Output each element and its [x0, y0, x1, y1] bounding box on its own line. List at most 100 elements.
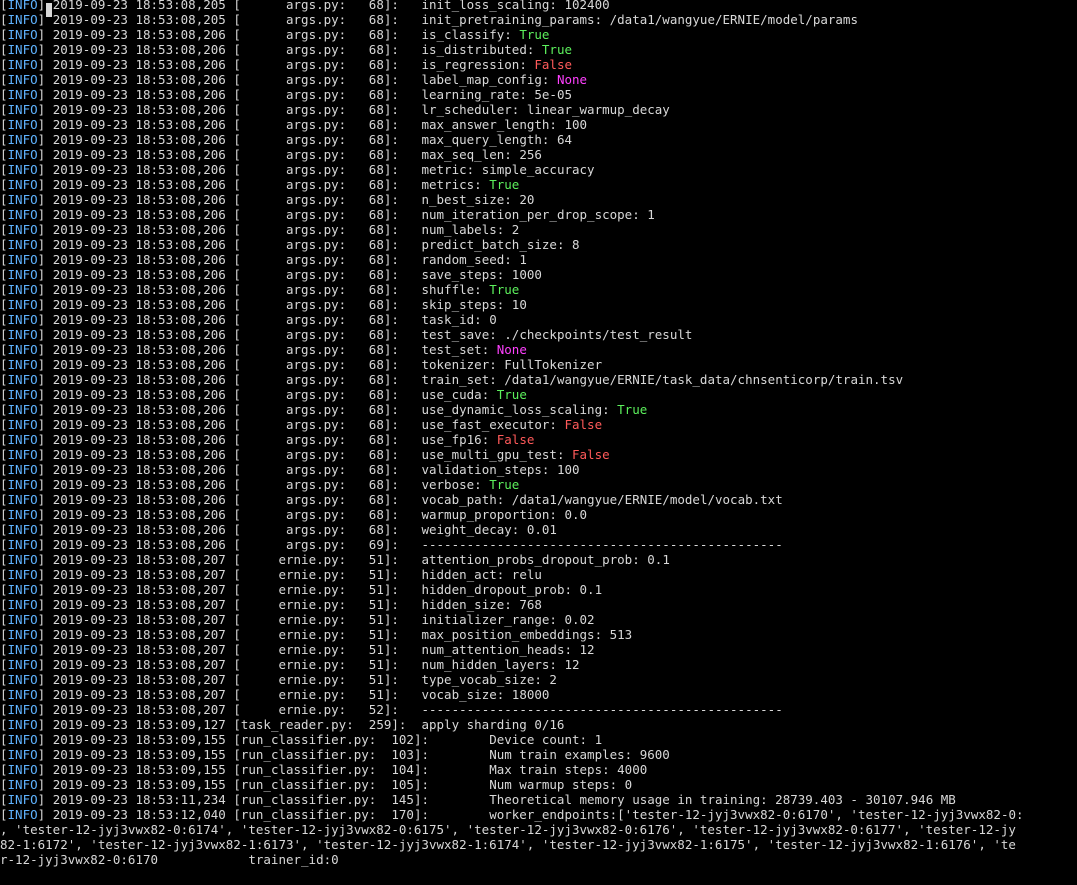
log-source: [run_classifier.py: 145]: — [233, 792, 429, 807]
log-line: [INFO] 2019-09-23 18:53:08,206 [ args.py… — [0, 312, 497, 327]
log-line: [INFO] 2019-09-23 18:53:08,206 [ args.py… — [0, 57, 573, 72]
log-value: 0.02 — [564, 612, 595, 627]
log-source: [ ernie.py: 51]: — [233, 552, 399, 567]
log-line: [INFO] 2019-09-23 18:53:08,206 [ args.py… — [0, 477, 520, 492]
log-value: 18000 — [511, 687, 550, 702]
log-timestamp: 2019-09-23 18:53:08,206 — [52, 327, 226, 342]
log-level: INFO — [7, 357, 38, 372]
log-level: INFO — [7, 762, 38, 777]
log-line: [INFO] 2019-09-23 18:53:08,206 [ args.py… — [0, 162, 595, 177]
log-line: [INFO] 2019-09-23 18:53:09,155 [run_clas… — [0, 777, 633, 792]
log-timestamp: 2019-09-23 18:53:08,206 — [52, 27, 226, 42]
log-line: [INFO] 2019-09-23 18:53:08,206 [ args.py… — [0, 282, 520, 297]
log-source: [ args.py: 68]: — [233, 447, 399, 462]
log-message: is_distributed: — [398, 42, 542, 57]
log-value: True — [489, 282, 520, 297]
log-line: [INFO] 2019-09-23 18:53:12,040 [run_clas… — [0, 807, 1024, 822]
log-value: True — [519, 27, 550, 42]
log-source: [ args.py: 68]: — [233, 462, 399, 477]
log-message: use_fp16: — [398, 432, 497, 447]
log-value: /data1/wangyue/ERNIE/model/params — [609, 12, 858, 27]
log-message: test_set: — [398, 342, 497, 357]
log-source: [ ernie.py: 51]: — [233, 672, 399, 687]
log-source: [ args.py: 68]: — [233, 507, 399, 522]
log-line: [INFO] 2019-09-23 18:53:08,206 [ args.py… — [0, 222, 520, 237]
log-line: [INFO] 2019-09-23 18:53:08,206 [ args.py… — [0, 237, 580, 252]
log-message: num_labels: — [398, 222, 512, 237]
log-value: 1000 — [511, 267, 542, 282]
log-level: INFO — [7, 117, 38, 132]
log-timestamp: 2019-09-23 18:53:08,206 — [52, 492, 226, 507]
log-level: INFO — [7, 447, 38, 462]
log-level: INFO — [7, 207, 38, 222]
log-source: [ ernie.py: 51]: — [233, 687, 399, 702]
log-line: [INFO] 2019-09-23 18:53:08,206 [ args.py… — [0, 432, 535, 447]
log-timestamp: 2019-09-23 18:53:08,206 — [52, 57, 226, 72]
log-source: [ ernie.py: 51]: — [233, 597, 399, 612]
log-timestamp: 2019-09-23 18:53:08,206 — [52, 462, 226, 477]
log-line: [INFO] 2019-09-23 18:53:08,206 [ args.py… — [0, 327, 693, 342]
log-value: True — [489, 477, 520, 492]
log-timestamp: 2019-09-23 18:53:08,206 — [52, 72, 226, 87]
log-timestamp: 2019-09-23 18:53:08,206 — [52, 447, 226, 462]
log-message: use_fast_executor: — [398, 417, 565, 432]
log-timestamp: 2019-09-23 18:53:08,207 — [52, 687, 226, 702]
log-line: [INFO] 2019-09-23 18:53:08,207 [ ernie.p… — [0, 672, 557, 687]
log-value: True — [617, 402, 648, 417]
log-line: [INFO] 2019-09-23 18:53:08,207 [ ernie.p… — [0, 597, 542, 612]
log-value: 5e-05 — [534, 87, 573, 102]
log-message: shuffle: — [398, 282, 490, 297]
log-level: INFO — [7, 687, 38, 702]
log-level: INFO — [7, 87, 38, 102]
log-message: hidden_dropout_prob: — [398, 582, 580, 597]
log-timestamp: 2019-09-23 18:53:08,206 — [52, 102, 226, 117]
log-value: 0.0 — [564, 507, 588, 522]
log-timestamp: 2019-09-23 18:53:08,206 — [52, 192, 226, 207]
log-source: [ args.py: 68]: — [233, 312, 399, 327]
log-source: [ args.py: 68]: — [233, 522, 399, 537]
log-level: INFO — [7, 102, 38, 117]
log-message: vocab_path: — [398, 492, 512, 507]
log-line: [INFO] 2019-09-23 18:53:08,206 [ args.py… — [0, 297, 527, 312]
log-level: INFO — [7, 57, 38, 72]
log-source: [ args.py: 68]: — [233, 117, 399, 132]
log-source: [ args.py: 68]: — [233, 297, 399, 312]
log-source: [ args.py: 68]: — [233, 492, 399, 507]
log-level: INFO — [7, 747, 38, 762]
log-value: False — [572, 447, 610, 462]
log-line: [INFO] 2019-09-23 18:53:09,127 [task_rea… — [0, 717, 565, 732]
log-message: metric: — [398, 162, 482, 177]
log-timestamp: 2019-09-23 18:53:08,207 — [52, 657, 226, 672]
log-timestamp: 2019-09-23 18:53:08,206 — [52, 177, 226, 192]
log-level: INFO — [7, 72, 38, 87]
log-timestamp: 2019-09-23 18:53:08,206 — [52, 372, 226, 387]
log-message: is_regression: — [398, 57, 535, 72]
log-line: [INFO] 2019-09-23 18:53:08,207 [ ernie.p… — [0, 582, 603, 597]
log-value: FullTokenizer — [504, 357, 603, 372]
log-level: INFO — [7, 807, 38, 822]
log-timestamp: 2019-09-23 18:53:09,127 — [52, 717, 226, 732]
log-level: INFO — [7, 792, 38, 807]
log-level: INFO — [7, 702, 38, 717]
log-value: None — [496, 342, 527, 357]
log-line: [INFO] 2019-09-23 18:53:08,207 [ ernie.p… — [0, 612, 595, 627]
log-level: INFO — [7, 237, 38, 252]
log-timestamp: 2019-09-23 18:53:08,206 — [52, 522, 226, 537]
log-source: [ args.py: 68]: — [233, 162, 399, 177]
log-source: [ args.py: 68]: — [233, 27, 399, 42]
terminal-window[interactable]: [INFO] 2019-09-23 18:53:08,205 [ args.py… — [0, 0, 1077, 885]
log-level: INFO — [7, 642, 38, 657]
log-value: True — [496, 387, 527, 402]
log-source: [ args.py: 68]: — [233, 372, 399, 387]
log-level: INFO — [7, 192, 38, 207]
log-level: INFO — [7, 732, 38, 747]
log-timestamp: 2019-09-23 18:53:08,207 — [52, 672, 226, 687]
log-timestamp: 2019-09-23 18:53:08,206 — [52, 342, 226, 357]
log-timestamp: 2019-09-23 18:53:08,206 — [52, 42, 226, 57]
log-message: verbose: — [398, 477, 490, 492]
log-source: [ ernie.py: 51]: — [233, 567, 399, 582]
log-message: use_multi_gpu_test: — [398, 447, 572, 462]
log-timestamp: 2019-09-23 18:53:08,206 — [52, 147, 226, 162]
log-value: 768 — [519, 597, 542, 612]
log-timestamp: 2019-09-23 18:53:08,206 — [52, 297, 226, 312]
